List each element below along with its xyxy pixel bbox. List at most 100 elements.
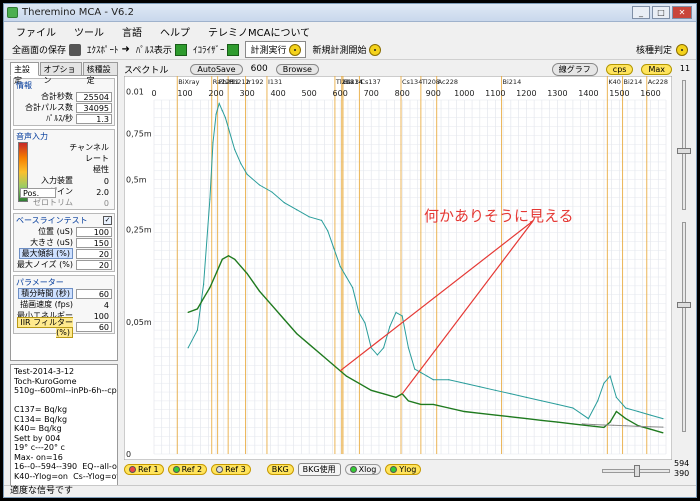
y-tick-label: 0,5m bbox=[126, 176, 147, 185]
param-row: 描画速度 (fps) 4 bbox=[16, 299, 112, 310]
vertical-slider-top-track[interactable] bbox=[682, 80, 686, 210]
horizontal-slider-thumb[interactable] bbox=[634, 465, 640, 477]
total-seconds-field: 25504 bbox=[76, 91, 112, 102]
minimize-button[interactable]: _ bbox=[632, 6, 650, 19]
series-point bbox=[587, 425, 590, 427]
x-tick-label: 1500 bbox=[609, 89, 629, 98]
baseline-test-group: ベースラインテスト ✓ 位置 (uS) 100 大きさ (uS) 150 最大傾斜 … bbox=[13, 213, 115, 272]
new-measure-button[interactable]: 新規計測開始 bbox=[312, 43, 382, 56]
cps-button[interactable]: cps bbox=[605, 63, 634, 75]
input-device-field[interactable]: 0 bbox=[76, 176, 112, 186]
series-point bbox=[212, 141, 214, 144]
browse-button[interactable]: Browse bbox=[275, 63, 319, 75]
baseline-row: 大きさ (uS) 150 bbox=[16, 237, 112, 248]
x-tick-label: 600 bbox=[333, 89, 348, 98]
measure-run-button[interactable]: 計測実行 bbox=[245, 41, 307, 58]
info-row: 合計秒数 25504 bbox=[16, 91, 112, 102]
position-field[interactable]: 100 bbox=[76, 226, 112, 237]
series-point bbox=[296, 333, 298, 335]
series-point bbox=[414, 368, 416, 370]
menu-tools[interactable]: ツール bbox=[74, 24, 104, 39]
ref3-button[interactable]: Ref 3 bbox=[211, 463, 251, 475]
audio-row: 入力装置 0 bbox=[28, 175, 112, 186]
series-point bbox=[345, 276, 347, 278]
bkg-use-button[interactable]: BKG使用 bbox=[297, 462, 341, 476]
vertical-slider-top-thumb[interactable] bbox=[677, 148, 691, 154]
series-point bbox=[625, 418, 627, 420]
series-point bbox=[333, 364, 335, 367]
menu-about[interactable]: テレミノMCAについて bbox=[208, 24, 310, 39]
ref2-button[interactable]: Ref 2 bbox=[167, 463, 208, 475]
iir-filter-field[interactable]: 60 bbox=[76, 321, 112, 332]
series-point bbox=[420, 403, 422, 406]
settings-panel: 情報 合計秒数 25504 合計パルス数 34095 ﾊﾟﾙｽ/秒 1.3 音声入力 … bbox=[10, 75, 118, 361]
autosave-interval-field[interactable]: 600 bbox=[251, 64, 268, 74]
max-slope-button[interactable]: 最大傾斜 (%) bbox=[18, 248, 73, 259]
baseline-row: 最大ノイズ (%) 20 bbox=[16, 259, 112, 270]
status-bar: 適度な信号です bbox=[4, 485, 696, 497]
equalizer-button[interactable]: ｲｺﾗｲｻﾞｰ bbox=[193, 43, 240, 56]
tab-options[interactable]: オプション bbox=[39, 62, 82, 85]
bkg-button[interactable]: BKG bbox=[266, 463, 294, 475]
size-field[interactable]: 150 bbox=[76, 237, 112, 248]
nuclide-label: Ir192 bbox=[247, 78, 264, 86]
series-point bbox=[224, 117, 226, 119]
series-point bbox=[196, 329, 199, 331]
gain-field[interactable]: 2.0 bbox=[76, 187, 112, 197]
series-point bbox=[283, 318, 285, 321]
series-point bbox=[209, 287, 211, 289]
vertical-slider-bottom-track[interactable] bbox=[682, 222, 686, 432]
draw-speed-field[interactable]: 4 bbox=[76, 300, 112, 310]
integration-time-button[interactable]: 積分時間 (秒) bbox=[18, 288, 73, 299]
close-button[interactable]: ✕ bbox=[672, 6, 692, 19]
zero-trim-field[interactable]: 0 bbox=[76, 198, 112, 208]
ref1-label: Ref 1 bbox=[138, 464, 159, 474]
menu-file[interactable]: ファイル bbox=[16, 24, 56, 39]
vertical-slider-bottom-thumb[interactable] bbox=[677, 302, 691, 308]
top-value: 11 bbox=[679, 64, 691, 73]
tab-nuclide-settings[interactable]: 核種設定 bbox=[82, 62, 118, 85]
pulse-display-button[interactable]: ﾊﾟﾙｽ表示 bbox=[136, 43, 187, 56]
series-point bbox=[203, 283, 205, 285]
chart-controls: Ref 1 Ref 2 Ref 3 BKG BKG使用 Xlog Ylog bbox=[124, 461, 672, 477]
x-tick-label: 100 bbox=[177, 89, 192, 98]
new-measure-label: 新規計測開始 bbox=[312, 46, 367, 56]
nuclide-label: K40 bbox=[608, 78, 621, 86]
save-full-screen-button[interactable]: 全画面の保存 bbox=[12, 43, 82, 56]
series-point bbox=[479, 412, 481, 414]
audio-row: レート192000 bbox=[20, 153, 112, 198]
maximize-button[interactable]: □ bbox=[652, 6, 670, 19]
max-button[interactable]: Max bbox=[641, 63, 672, 75]
series-point bbox=[221, 110, 223, 112]
export-button[interactable]: ｴｸｽﾎﾟｰﾄ ➜ bbox=[87, 43, 130, 57]
tab-main-settings[interactable]: 主設定 bbox=[10, 62, 39, 85]
xlog-indicator-icon bbox=[349, 465, 357, 473]
measure-run-label: 計測実行 bbox=[250, 46, 287, 56]
max-slope-field[interactable]: 20 bbox=[76, 248, 112, 259]
ref1-button[interactable]: Ref 1 bbox=[124, 463, 164, 475]
series-point bbox=[376, 354, 379, 356]
series-point bbox=[395, 311, 397, 313]
notes-textarea[interactable]: Test-2014-3-12 Toch-KuroGome 510g--600ml… bbox=[10, 364, 118, 486]
integration-time-field[interactable]: 60 bbox=[76, 288, 112, 299]
max-noise-field[interactable]: 20 bbox=[76, 259, 112, 270]
xlog-button[interactable]: Xlog bbox=[344, 463, 382, 475]
app-window: Theremino MCA - V6.2 _ □ ✕ ファイル ツール 言語 ヘ… bbox=[3, 3, 697, 498]
autosave-button[interactable]: AutoSave bbox=[190, 63, 243, 75]
line-graph-button[interactable]: 線グラフ bbox=[551, 62, 598, 76]
left-panel: 主設定 オプション 核種設定 情報 合計秒数 25504 合計パルス数 34095 … bbox=[10, 62, 118, 487]
ref1-indicator-icon bbox=[129, 465, 136, 473]
series-point bbox=[603, 382, 605, 384]
baseline-checkbox[interactable]: ✓ bbox=[103, 216, 112, 225]
nuclide-id-radiation-icon[interactable] bbox=[676, 43, 688, 56]
ylog-button[interactable]: Ylog bbox=[385, 463, 422, 475]
iir-filter-button[interactable]: IIR フィルター (%) bbox=[17, 316, 73, 338]
series-point bbox=[283, 202, 285, 204]
polarity-select[interactable]: Pos. bbox=[20, 188, 56, 198]
min-energy-field[interactable]: 100 bbox=[76, 311, 112, 321]
spectrum-chart[interactable]: BiXray Ra226Pb211Pb212Ir192 I131 Tl208Cs134… bbox=[124, 76, 672, 460]
menu-help[interactable]: ヘルプ bbox=[160, 24, 190, 39]
menu-language[interactable]: 言語 bbox=[122, 24, 142, 39]
series-point bbox=[603, 426, 605, 429]
parameters-title: パラメーター bbox=[16, 278, 64, 287]
